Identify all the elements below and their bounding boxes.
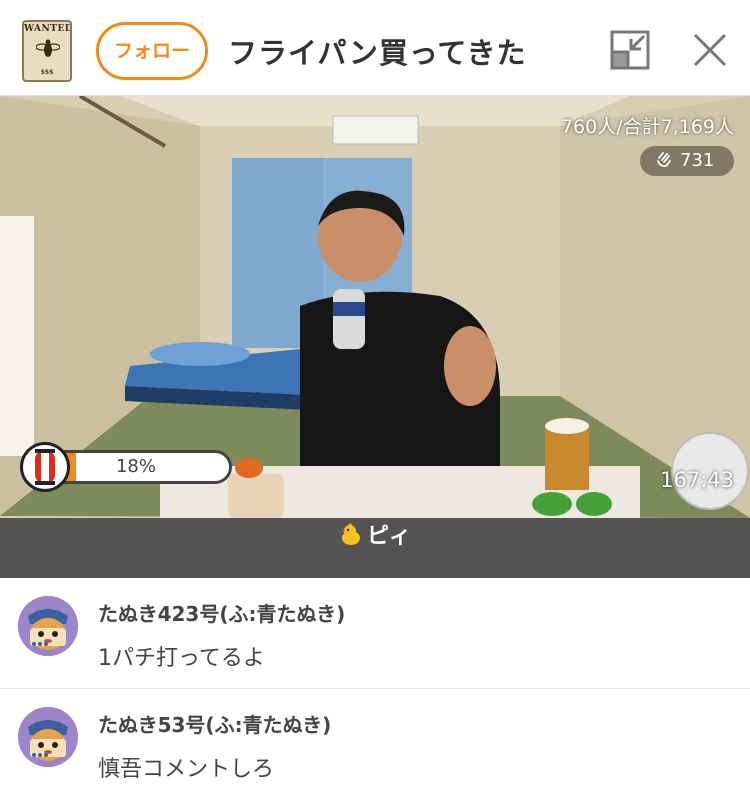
fly-icon [36, 39, 60, 57]
avatar-reward-text: $$$ [40, 69, 54, 76]
clap-counter[interactable]: 731 [640, 146, 734, 176]
broadcaster-avatar[interactable]: WANTED $$$ [22, 20, 72, 82]
comment-author[interactable]: たぬき423号(ふ:青たぬき) [98, 598, 345, 627]
avatar-wanted-text: WANTED [24, 24, 72, 34]
comment-item[interactable]: たぬき423号(ふ:青たぬき) 1パチ打ってるよ [0, 578, 750, 689]
close-icon[interactable] [690, 30, 730, 70]
minimize-icon[interactable] [610, 30, 650, 70]
follow-button[interactable]: フォロー [96, 22, 208, 80]
page-title: フライパン買ってきた [228, 36, 527, 70]
clap-count: 731 [680, 150, 715, 171]
stream-timer: 167:43 [660, 468, 734, 492]
live-video[interactable]: 760人/合計7,169人 731 18% 167:43 [0, 96, 750, 518]
comment-text: 1パチ打ってるよ [98, 646, 265, 671]
chick-icon [341, 523, 360, 545]
chick-banner[interactable]: ピィ [0, 518, 750, 578]
comment-item[interactable]: たぬき53号(ふ:青たぬき) 慎吾コメントしろ [0, 689, 750, 795]
comment-text: 慎吾コメントしろ [98, 757, 275, 782]
tanuki-avatar[interactable] [18, 596, 78, 656]
lantern-icon [20, 442, 70, 492]
header-bar: WANTED $$$ フォロー フライパン買ってきた [0, 0, 750, 96]
comment-author[interactable]: たぬき53号(ふ:青たぬき) [98, 709, 331, 738]
tanuki-avatar[interactable] [18, 707, 78, 767]
banner-label: ピィ [366, 524, 411, 549]
comment-list[interactable]: たぬき423号(ふ:青たぬき) 1パチ打ってるよ たぬき53号(ふ:青たぬき) … [0, 578, 750, 795]
viewer-count: 760人/合計7,169人 [560, 116, 734, 138]
clap-icon [657, 152, 671, 168]
progress-label: 18% [115, 456, 156, 477]
